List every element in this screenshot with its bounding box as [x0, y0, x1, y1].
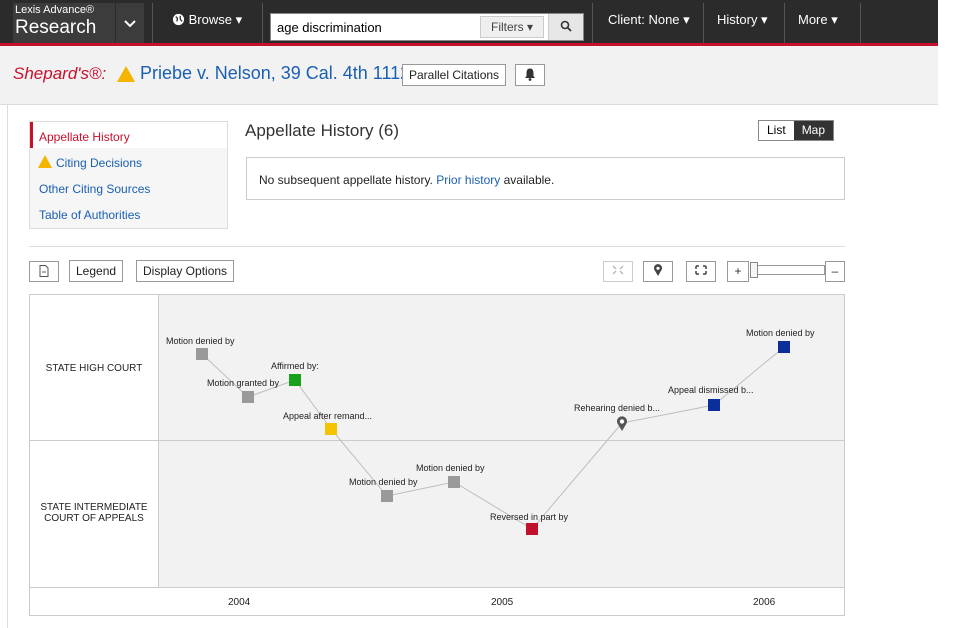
client-menu[interactable]: Client: None ▾ [608, 12, 690, 28]
fit-view-button[interactable] [603, 261, 633, 282]
nav-divider [784, 3, 785, 43]
map-node-label: Motion denied by [166, 336, 235, 346]
map-node-label: Motion denied by [416, 463, 485, 473]
search-button[interactable] [548, 14, 583, 40]
shepards-header: Shepard's®: Priebe v. Nelson, 39 Cal. 4t… [0, 46, 938, 105]
map-view-button[interactable]: Map [793, 121, 834, 140]
message-text: No subsequent appellate history. [259, 173, 433, 187]
more-menu[interactable]: More ▾ [798, 12, 838, 28]
map-node-label: Motion granted by [207, 378, 280, 388]
shepards-sidebar: Appellate History Citing Decisions Other… [29, 121, 228, 229]
parallel-citations-button[interactable]: Parallel Citations [402, 64, 507, 86]
zoom-in-button[interactable]: + [727, 261, 749, 282]
search-input[interactable] [277, 17, 467, 37]
map-node[interactable] [325, 423, 337, 435]
caution-signal-icon [117, 66, 135, 87]
zoom-out-button[interactable]: – [825, 261, 845, 282]
legend-button[interactable]: Legend [69, 260, 124, 282]
message-suffix: available. [503, 173, 555, 187]
map-node-label: Appeal after remand... [283, 411, 373, 421]
map-pin-icon[interactable] [616, 416, 628, 437]
map-node[interactable] [289, 374, 301, 386]
expand-view-button[interactable] [686, 261, 716, 282]
zoom-slider[interactable] [753, 265, 825, 275]
zoom-slider-handle[interactable] [750, 262, 758, 278]
nav-divider [860, 3, 861, 43]
map-node-label: Motion denied by [349, 477, 418, 487]
page-title: Appellate History (6) [245, 121, 400, 140]
top-navigation-bar: Lexis Advance® Research Browse ▾ Filters… [0, 0, 938, 46]
section-divider [29, 246, 845, 247]
map-node-label: Affirmed by: [271, 361, 319, 371]
product-logo[interactable]: Lexis Advance® Research [13, 3, 115, 43]
sidebar-item-appellate-history[interactable]: Appellate History [39, 130, 130, 144]
view-toggle: List Map [758, 120, 835, 141]
map-pin-icon [653, 264, 663, 278]
nav-divider [703, 3, 704, 43]
sidebar-item-other-citing-sources[interactable]: Other Citing Sources [39, 182, 150, 196]
alert-bell-button[interactable] [515, 64, 545, 86]
browse-label: Browse ▾ [188, 12, 243, 27]
filters-button[interactable]: Filters ▾ [480, 16, 544, 38]
nav-divider [262, 3, 263, 43]
map-node[interactable] [448, 476, 460, 488]
map-connections [201, 346, 785, 530]
sidebar-item-table-of-authorities[interactable]: Table of Authorities [39, 208, 140, 222]
warning-triangle-icon [38, 155, 52, 173]
map-node-label: Reversed in part by [490, 512, 569, 522]
appellate-history-map: STATE HIGH COURT STATE INTERMEDIATE COUR… [29, 294, 845, 616]
map-node[interactable] [708, 399, 720, 411]
year-label-2004: 2004 [228, 597, 251, 608]
shepards-label: Shepard's®: [13, 64, 107, 83]
prior-history-link[interactable]: Prior history [436, 173, 500, 187]
search-box: Filters ▾ [270, 13, 584, 41]
nav-divider [592, 3, 593, 43]
expand-icon [695, 264, 707, 278]
export-button[interactable] [29, 261, 59, 282]
magnifier-icon [560, 18, 572, 35]
map-node-label: Appeal dismissed b... [668, 385, 754, 395]
case-title[interactable]: Priebe v. Nelson, 39 Cal. 4th 1112 [140, 63, 410, 84]
appellate-message: No subsequent appellate history. Prior h… [246, 157, 845, 200]
map-node-label: Motion denied by [746, 328, 815, 338]
browse-menu[interactable]: Browse ▾ [172, 12, 242, 28]
history-menu[interactable]: History ▾ [717, 12, 768, 28]
year-label-2005: 2005 [491, 597, 514, 608]
map-node[interactable] [778, 341, 790, 353]
map-node-label: Rehearing denied b... [574, 403, 661, 413]
shrink-icon [612, 264, 624, 278]
page-left-border [7, 104, 8, 628]
product-switcher-chevron-icon[interactable] [116, 3, 144, 43]
nav-divider [152, 3, 153, 43]
document-export-icon [39, 264, 49, 278]
map-node[interactable] [381, 490, 393, 502]
display-options-button[interactable]: Display Options [136, 260, 235, 282]
globe-icon [172, 12, 189, 27]
year-axis-divider [30, 587, 844, 588]
sidebar-item-citing-decisions[interactable]: Citing Decisions [56, 156, 142, 170]
brand-line-1: Lexis Advance® [15, 4, 95, 16]
map-node[interactable] [526, 523, 538, 535]
locate-button[interactable] [643, 261, 673, 282]
list-view-button[interactable]: List [759, 121, 794, 140]
map-node[interactable] [196, 348, 208, 360]
brand-line-2: Research [15, 17, 97, 38]
bell-icon [524, 66, 536, 83]
map-node[interactable] [242, 391, 254, 403]
year-label-2006: 2006 [753, 597, 776, 608]
